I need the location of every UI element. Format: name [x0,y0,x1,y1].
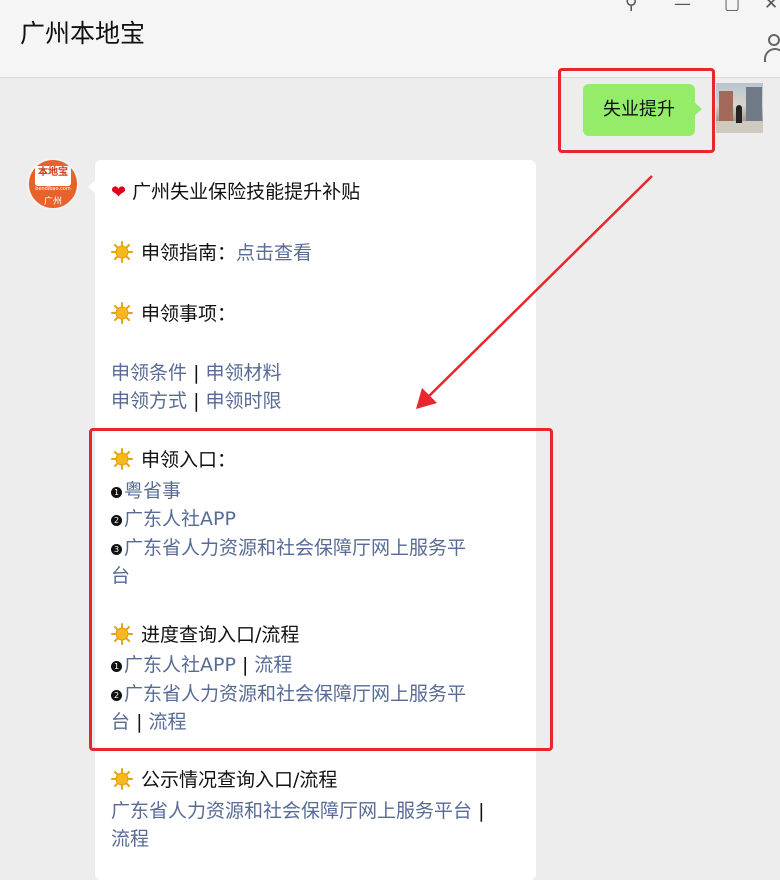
pin-icon[interactable]: ⚲ [625,0,637,14]
guide-label: 申领指南： [141,242,237,264]
public-item: 广东省人力资源和社会保障厅网上服务平台 | [111,796,484,823]
close-icon[interactable]: ✕ [764,0,778,14]
item-link-conditions[interactable]: 申领条件 [111,362,187,384]
guide-line: 申领指南：点击查看 [111,238,312,265]
bot-avatar-url: bendibao.com [35,186,71,192]
public-link-platform[interactable]: 广东省人力资源和社会保障厅网上服务平台 [111,800,472,822]
separator: | [478,800,485,822]
items-links-row-2: 申领方式 | 申领时限 [111,386,282,413]
guide-link[interactable]: 点击查看 [236,242,312,264]
public-line: 公示情况查询入口/流程 [111,765,337,792]
headline: 广州失业保险技能提升补贴 [132,181,361,203]
bot-avatar[interactable]: 本地宝 bendibao.com 广州 [27,158,79,210]
headline-line: ❤ 广州失业保险技能提升补贴 [111,177,360,204]
bot-avatar-city: 广州 [43,197,62,207]
public-label: 公示情况查询入口/流程 [141,769,338,791]
title-bar: 广州本地宝 ⚲ — ▢ ✕ [0,0,780,78]
highlight-user-message [558,68,715,153]
items-links-row-1: 申领条件 | 申领材料 [111,358,282,385]
public-flow-link[interactable]: 流程 [111,828,149,850]
sun-icon [111,302,133,324]
person-icon[interactable] [764,34,780,62]
highlight-entry-section [89,428,553,751]
item-link-deadline[interactable]: 申领时限 [206,390,282,412]
items-line: 申领事项： [111,299,236,326]
chat-title: 广州本地宝 [20,19,146,48]
maximize-icon[interactable]: ▢ [724,0,740,14]
public-item-cont: 流程 [111,824,149,851]
item-link-materials[interactable]: 申领材料 [206,362,282,384]
bot-avatar-logo: 本地宝 [35,166,71,186]
sun-icon [111,768,133,790]
heart-icon: ❤ [111,182,127,203]
user-avatar[interactable] [716,83,763,133]
separator: | [193,390,200,412]
minimize-icon[interactable]: — [674,0,691,14]
sun-icon [111,241,133,263]
items-label: 申领事项： [141,303,237,325]
item-link-method[interactable]: 申领方式 [111,390,187,412]
separator: | [193,362,200,384]
